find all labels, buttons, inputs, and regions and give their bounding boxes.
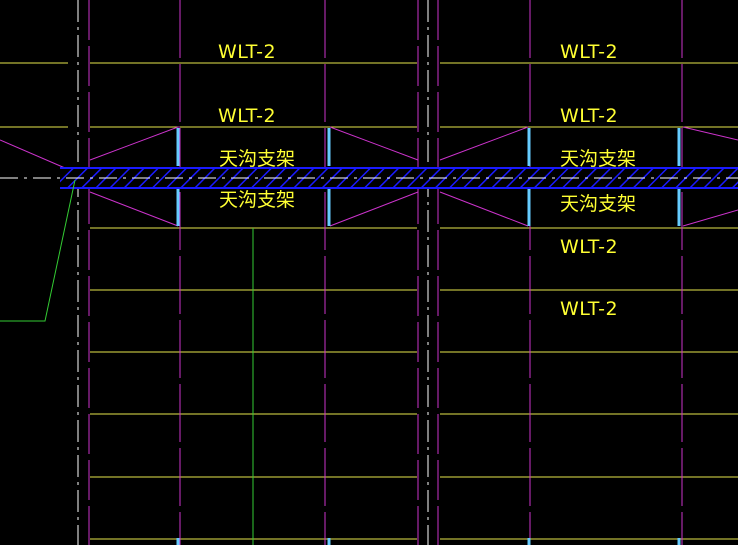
- support-outline: [439, 191, 529, 227]
- cad-drawing: [0, 0, 738, 545]
- support-outline: [89, 126, 180, 161]
- rafter-lines: [88, 0, 683, 545]
- gutter-bracket-label: 天沟支架: [219, 189, 296, 211]
- gutter-bracket-label: 天沟支架: [219, 148, 296, 170]
- support-outline-left-top: [0, 139, 66, 169]
- green-polyline: [0, 179, 76, 322]
- support-outline: [439, 126, 529, 161]
- wlt-label: WLT-2: [560, 236, 619, 258]
- support-outline: [682, 209, 738, 227]
- cad-drawing-canvas: WLT-2 WLT-2 天沟支架 天沟支架 WLT-2 WLT-2 天沟支架 天…: [0, 0, 738, 545]
- gutter-bracket-label: 天沟支架: [560, 193, 637, 215]
- purlin-lines: [0, 62, 738, 540]
- wlt-label: WLT-2: [218, 105, 277, 127]
- support-outline: [329, 191, 419, 227]
- support-outline: [682, 126, 738, 141]
- wlt-label: WLT-2: [560, 105, 619, 127]
- support-outline: [89, 191, 179, 227]
- wlt-label: WLT-2: [560, 298, 619, 320]
- gutter-band: [0, 167, 738, 189]
- wlt-label: WLT-2: [560, 41, 619, 63]
- wlt-label: WLT-2: [218, 41, 277, 63]
- green-lines: [0, 179, 254, 545]
- support-outline: [329, 126, 419, 161]
- gutter-bracket-label: 天沟支架: [560, 148, 637, 170]
